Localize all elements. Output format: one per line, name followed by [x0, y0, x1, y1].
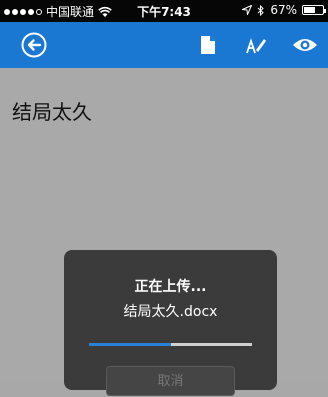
upload-progress-fill: [89, 343, 171, 346]
document-button[interactable]: [190, 22, 226, 68]
app-bar: [0, 22, 328, 68]
back-icon: [21, 32, 47, 58]
edit-icon: [246, 38, 266, 54]
status-right: 67%: [242, 3, 326, 17]
battery-icon: [302, 5, 326, 15]
back-button[interactable]: [16, 22, 52, 68]
upload-file-name: 结局太久.docx: [123, 304, 218, 320]
location-arrow-icon: [242, 5, 253, 15]
document-icon: [201, 36, 215, 54]
bluetooth-icon: [257, 4, 265, 16]
battery-fill: [304, 7, 316, 13]
upload-progress-bar: [89, 343, 252, 346]
upload-dialog: 正在上传... 结局太久.docx 取消: [64, 250, 277, 396]
edit-button[interactable]: [238, 22, 274, 68]
view-icon: [293, 39, 317, 51]
document-title: 结局太久: [12, 100, 92, 124]
status-bar: 中国联通 下午7:43 67%: [0, 0, 328, 22]
view-button[interactable]: [287, 22, 323, 68]
cancel-button[interactable]: 取消: [106, 366, 235, 396]
battery-percent: 67%: [270, 3, 297, 17]
upload-dialog-title: 正在上传...: [134, 279, 207, 295]
